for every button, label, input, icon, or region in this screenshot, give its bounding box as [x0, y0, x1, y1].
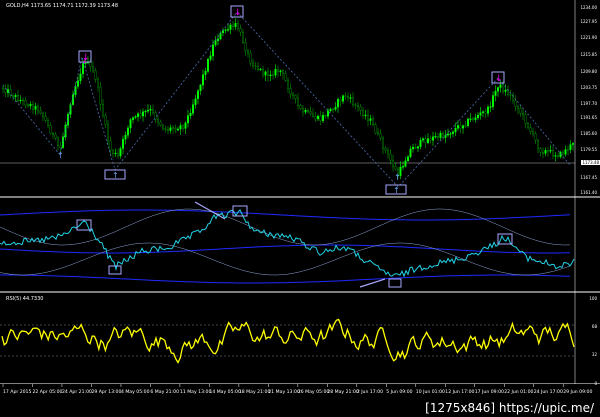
svg-text:↑: ↑	[393, 186, 400, 195]
price-tick-label: 1179.55	[580, 147, 597, 152]
date-tick-label: 6 May 21:00	[150, 389, 179, 395]
date-tick-label: 11 May 13:00	[180, 389, 212, 395]
price-tick-label: 1221.90	[580, 35, 597, 40]
price-tick-label: 1161.40	[580, 190, 597, 195]
price-tick-label: 1209.80	[580, 69, 597, 74]
rsi-panel[interactable]	[0, 292, 600, 384]
candlestick	[206, 57, 209, 74]
up-arrow-icon: ↑	[394, 173, 401, 182]
oscillator-panel[interactable]	[0, 197, 600, 292]
date-tick-label: 17 Apr 2015	[3, 389, 31, 395]
svg-text:↓: ↓	[495, 74, 503, 84]
rsi-chart[interactable]	[0, 292, 600, 384]
price-tick-label: 1191.65	[580, 115, 597, 120]
oscillator-chart[interactable]	[0, 197, 600, 292]
up-arrow-icon: ↑	[57, 151, 64, 160]
date-tick-label: 18 May 21:00	[239, 389, 271, 395]
date-tick-label: 2 Jun 17:00	[357, 389, 383, 395]
date-tick-label: 10 Jun 01:00	[416, 389, 445, 395]
price-tick-label: 1167.45	[580, 175, 597, 180]
watermark: [1275x846] https://upic.me/	[425, 401, 594, 415]
date-tick-label: 29 Apr 13:00	[91, 389, 121, 395]
date-tick-label: 22 Jun 01:00	[504, 389, 533, 395]
date-tick-label: 4 May 05:00	[121, 389, 150, 395]
svg-text:↑: ↑	[112, 171, 119, 180]
date-tick-label: 28 May 21:00	[327, 389, 359, 395]
current-price-tag: 1173.48	[581, 160, 600, 165]
down-arrow-icon: ↓	[82, 57, 88, 65]
price-chart[interactable]: ↓↓↓↑↑↑↑↓	[0, 0, 600, 197]
time-axis: 17 Apr 2015 22 Apr 05:00 24 Apr 21:00 29 Ap…	[0, 384, 600, 398]
date-tick-label: 29 Jun 09:00	[563, 389, 592, 395]
svg-text:↓: ↓	[234, 8, 242, 18]
rsi-tick-label: 68	[591, 324, 597, 329]
rsi-title: RSI(5) 44.7330	[6, 296, 44, 302]
price-tick-label: 1197.70	[580, 101, 597, 106]
date-tick-label: 22 Apr 05:00	[32, 389, 62, 395]
price-tick-label: 1227.95	[580, 19, 597, 24]
date-tick-label: 21 May 13:00	[268, 389, 300, 395]
date-tick-label: 5 Jun 09:00	[386, 389, 412, 395]
date-tick-label: 12 Jun 17:00	[445, 389, 474, 395]
rsi-tick-label: 100	[589, 296, 597, 301]
date-tick-label: 24 Jun 17:00	[534, 389, 563, 395]
date-tick-label: 14 May 05:00	[209, 389, 241, 395]
price-tick-label: 1215.85	[580, 52, 597, 57]
price-tick-label: 1203.75	[580, 85, 597, 90]
date-tick-label: 26 May 05:00	[298, 389, 330, 395]
rsi-tick-label: 32	[591, 352, 597, 357]
symbol-title: GOLD,H4 1173.65 1174.71 1172.39 1173.48	[6, 3, 119, 9]
price-tick-label: 1185.60	[580, 131, 597, 136]
price-chart-panel[interactable]: ↓ ↓ ↓ ↑ ↑ ↑ ↑ ↓	[0, 0, 600, 197]
price-tick-label: 1234.00	[580, 5, 597, 10]
date-tick-label: 24 Apr 21:00	[62, 389, 92, 395]
date-tick-label: 17 Jun 09:00	[475, 389, 504, 395]
